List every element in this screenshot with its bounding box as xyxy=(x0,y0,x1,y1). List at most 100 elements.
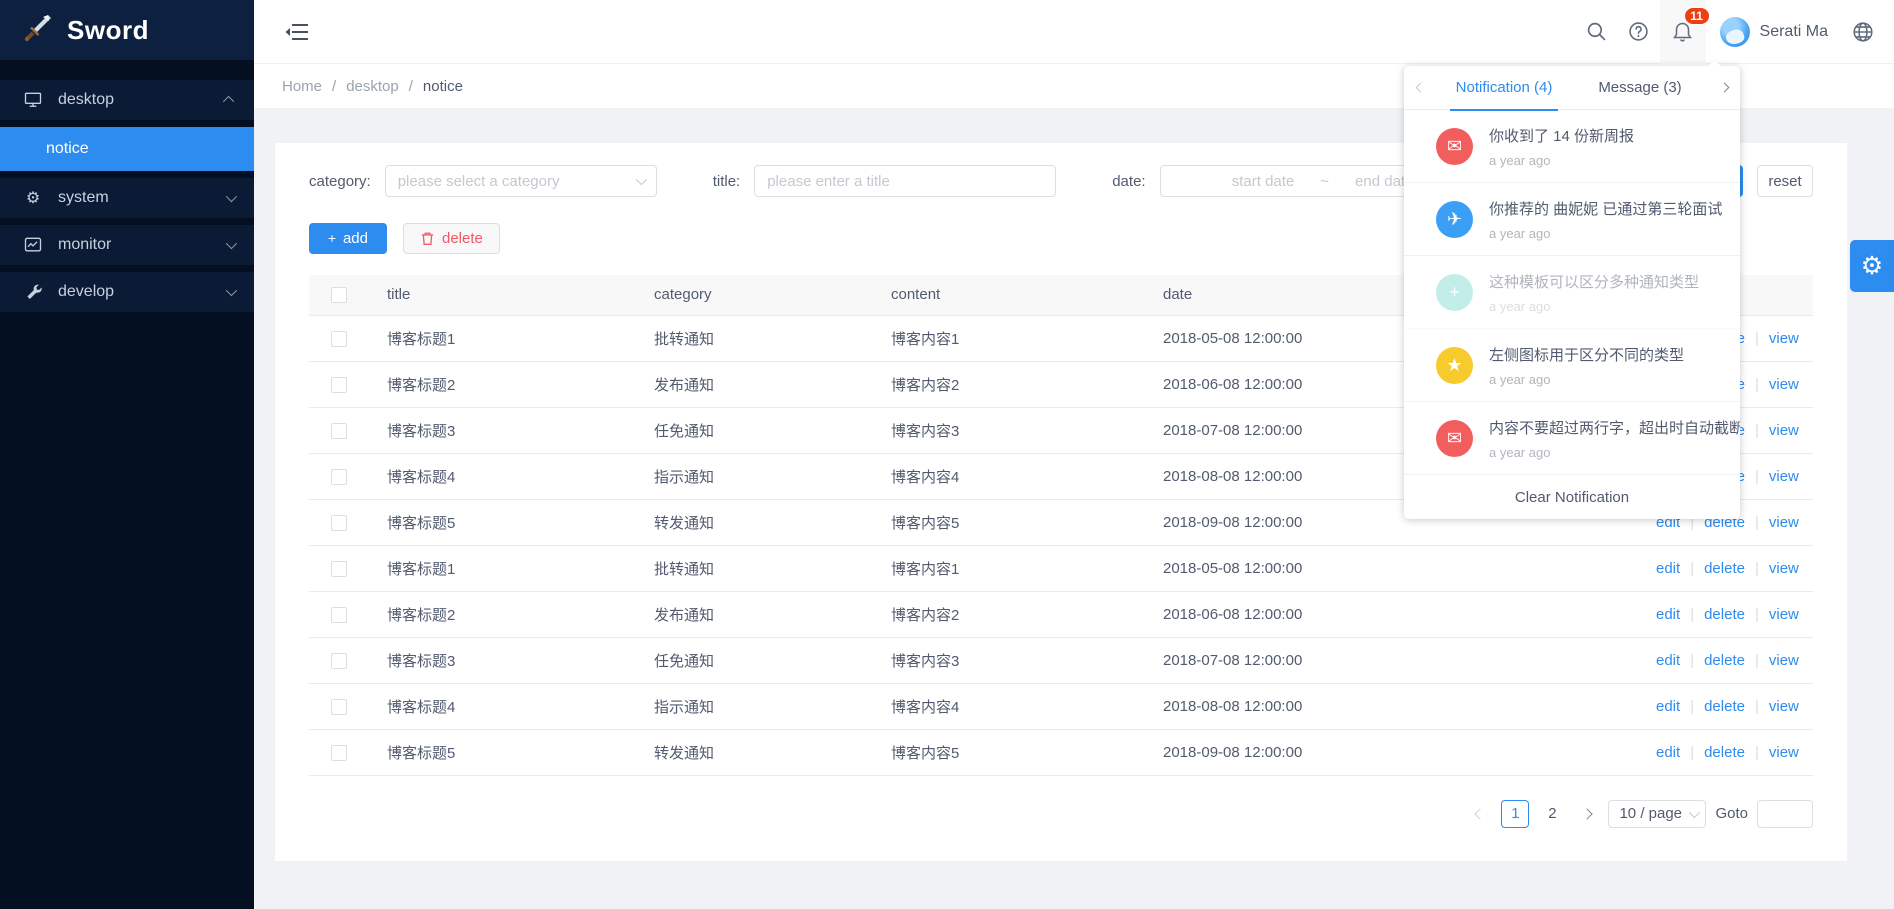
row-checkbox[interactable] xyxy=(331,607,347,623)
delete-link[interactable]: delete xyxy=(1704,606,1745,623)
chevron-down-icon xyxy=(226,238,237,249)
row-checkbox[interactable] xyxy=(331,653,347,669)
tabs-scroll-left[interactable] xyxy=(1404,66,1436,110)
row-checkbox[interactable] xyxy=(331,331,347,347)
user-avatar[interactable] xyxy=(1720,17,1750,47)
settings-fab[interactable]: ⚙ xyxy=(1850,240,1894,292)
view-link[interactable]: view xyxy=(1769,560,1799,577)
edit-link[interactable]: edit xyxy=(1656,698,1680,715)
action-separator: | xyxy=(1755,652,1759,669)
notification-tabs: Notification (4) Message (3) xyxy=(1404,66,1740,110)
action-separator: | xyxy=(1690,652,1694,669)
goto-page-input[interactable] xyxy=(1757,800,1813,828)
view-link[interactable]: view xyxy=(1769,330,1799,347)
row-checkbox[interactable] xyxy=(331,745,347,761)
notification-item[interactable]: ✈ 你推荐的 曲妮妮 已通过第三轮面试 a year ago xyxy=(1404,183,1740,256)
notifications-bell[interactable]: 11 xyxy=(1660,0,1706,64)
notification-time: a year ago xyxy=(1489,226,1722,241)
globe-icon[interactable] xyxy=(1842,0,1884,64)
sidebar-item-notice[interactable]: notice xyxy=(0,127,254,171)
edit-link[interactable]: edit xyxy=(1656,560,1680,577)
view-link[interactable]: view xyxy=(1769,514,1799,531)
view-link[interactable]: view xyxy=(1769,606,1799,623)
breadcrumb-desktop[interactable]: desktop xyxy=(346,78,399,95)
sidebar-item-monitor[interactable]: monitor xyxy=(0,225,254,265)
notification-time: a year ago xyxy=(1489,445,1740,460)
notification-item[interactable]: + 这种模板可以区分多种通知类型 a year ago xyxy=(1404,256,1740,329)
table-row: 博客标题2 发布通知 博客内容2 2018-06-08 12:00:00 edi… xyxy=(309,591,1813,637)
breadcrumb-separator: / xyxy=(409,78,413,95)
delete-link[interactable]: delete xyxy=(1704,698,1745,715)
row-checkbox[interactable] xyxy=(331,469,347,485)
table-row: 博客标题1 批转通知 博客内容1 2018-05-08 12:00:00 edi… xyxy=(309,545,1813,591)
view-link[interactable]: view xyxy=(1769,698,1799,715)
page-button-2[interactable]: 2 xyxy=(1538,800,1566,828)
cell-category: 转发通知 xyxy=(648,499,885,545)
column-header-title: title xyxy=(381,275,648,315)
tab-message[interactable]: Message (3) xyxy=(1572,66,1708,110)
tabs-scroll-right[interactable] xyxy=(1708,66,1740,110)
edit-link[interactable]: edit xyxy=(1656,744,1680,761)
add-button[interactable]: add xyxy=(309,223,387,254)
table-row: 博客标题3 任免通知 博客内容3 2018-07-08 12:00:00 edi… xyxy=(309,637,1813,683)
cell-category: 发布通知 xyxy=(648,591,885,637)
view-link[interactable]: view xyxy=(1769,744,1799,761)
view-link[interactable]: view xyxy=(1769,376,1799,393)
cell-date: 2018-09-08 12:00:00 xyxy=(1157,729,1650,775)
sidebar-item-system[interactable]: ⚙ system xyxy=(0,178,254,218)
cell-date: 2018-06-08 12:00:00 xyxy=(1157,591,1650,637)
next-page-button[interactable] xyxy=(1575,800,1599,828)
action-separator: | xyxy=(1755,468,1759,485)
sidebar-item-label: monitor xyxy=(58,236,111,254)
notification-text: 你推荐的 曲妮妮 已通过第三轮面试 xyxy=(1489,198,1722,219)
sidebar-item-desktop[interactable]: desktop xyxy=(0,80,254,120)
cell-category: 指示通知 xyxy=(648,453,885,499)
view-link[interactable]: view xyxy=(1769,652,1799,669)
delete-link[interactable]: delete xyxy=(1704,560,1745,577)
view-link[interactable]: view xyxy=(1769,468,1799,485)
edit-link[interactable]: edit xyxy=(1656,652,1680,669)
delete-button[interactable]: delete xyxy=(403,223,500,254)
notification-item[interactable]: ★ 左侧图标用于区分不同的类型 a year ago xyxy=(1404,329,1740,402)
page-size-select[interactable]: 10 / page xyxy=(1608,800,1706,828)
search-icon[interactable] xyxy=(1576,0,1618,64)
row-checkbox[interactable] xyxy=(331,699,347,715)
cell-content: 博客内容5 xyxy=(885,499,1157,545)
row-checkbox[interactable] xyxy=(331,515,347,531)
action-separator: | xyxy=(1755,514,1759,531)
title-input[interactable] xyxy=(754,165,1056,197)
menu-fold-icon[interactable] xyxy=(280,15,314,49)
user-name[interactable]: Serati Ma xyxy=(1760,23,1828,41)
sidebar-item-label: system xyxy=(58,189,109,207)
sidebar-item-label: desktop xyxy=(58,91,114,109)
tab-notification[interactable]: Notification (4) xyxy=(1436,66,1572,110)
notification-item[interactable]: ✉ 你收到了 14 份新周报 a year ago xyxy=(1404,110,1740,183)
chevron-down-icon xyxy=(1689,806,1700,817)
view-link[interactable]: view xyxy=(1769,422,1799,439)
cell-category: 发布通知 xyxy=(648,361,885,407)
row-checkbox[interactable] xyxy=(331,561,347,577)
cell-category: 任免通知 xyxy=(648,407,885,453)
action-separator: | xyxy=(1755,560,1759,577)
select-all-checkbox[interactable] xyxy=(331,287,347,303)
delete-link[interactable]: delete xyxy=(1704,652,1745,669)
notification-text: 这种模板可以区分多种通知类型 xyxy=(1489,271,1699,292)
reset-button[interactable]: reset xyxy=(1757,165,1813,197)
cell-category: 转发通知 xyxy=(648,729,885,775)
edit-link[interactable]: edit xyxy=(1656,606,1680,623)
page-button-1[interactable]: 1 xyxy=(1501,800,1529,828)
cell-content: 博客内容1 xyxy=(885,545,1157,591)
help-icon[interactable] xyxy=(1618,0,1660,64)
row-checkbox[interactable] xyxy=(331,377,347,393)
sidebar: Sword desktop notice ⚙ system xyxy=(0,0,254,909)
delete-link[interactable]: delete xyxy=(1704,744,1745,761)
prev-page-button[interactable] xyxy=(1468,800,1492,828)
row-checkbox[interactable] xyxy=(331,423,347,439)
plus-icon xyxy=(328,232,336,245)
breadcrumb-home[interactable]: Home xyxy=(282,78,322,95)
sidebar-item-develop[interactable]: develop xyxy=(0,272,254,312)
category-select[interactable]: please select a category xyxy=(385,165,657,197)
notification-item[interactable]: ✉ 内容不要超过两行字，超出时自动截断 a year ago xyxy=(1404,402,1740,475)
breadcrumb-separator: / xyxy=(332,78,336,95)
clear-notification-button[interactable]: Clear Notification xyxy=(1404,475,1740,519)
